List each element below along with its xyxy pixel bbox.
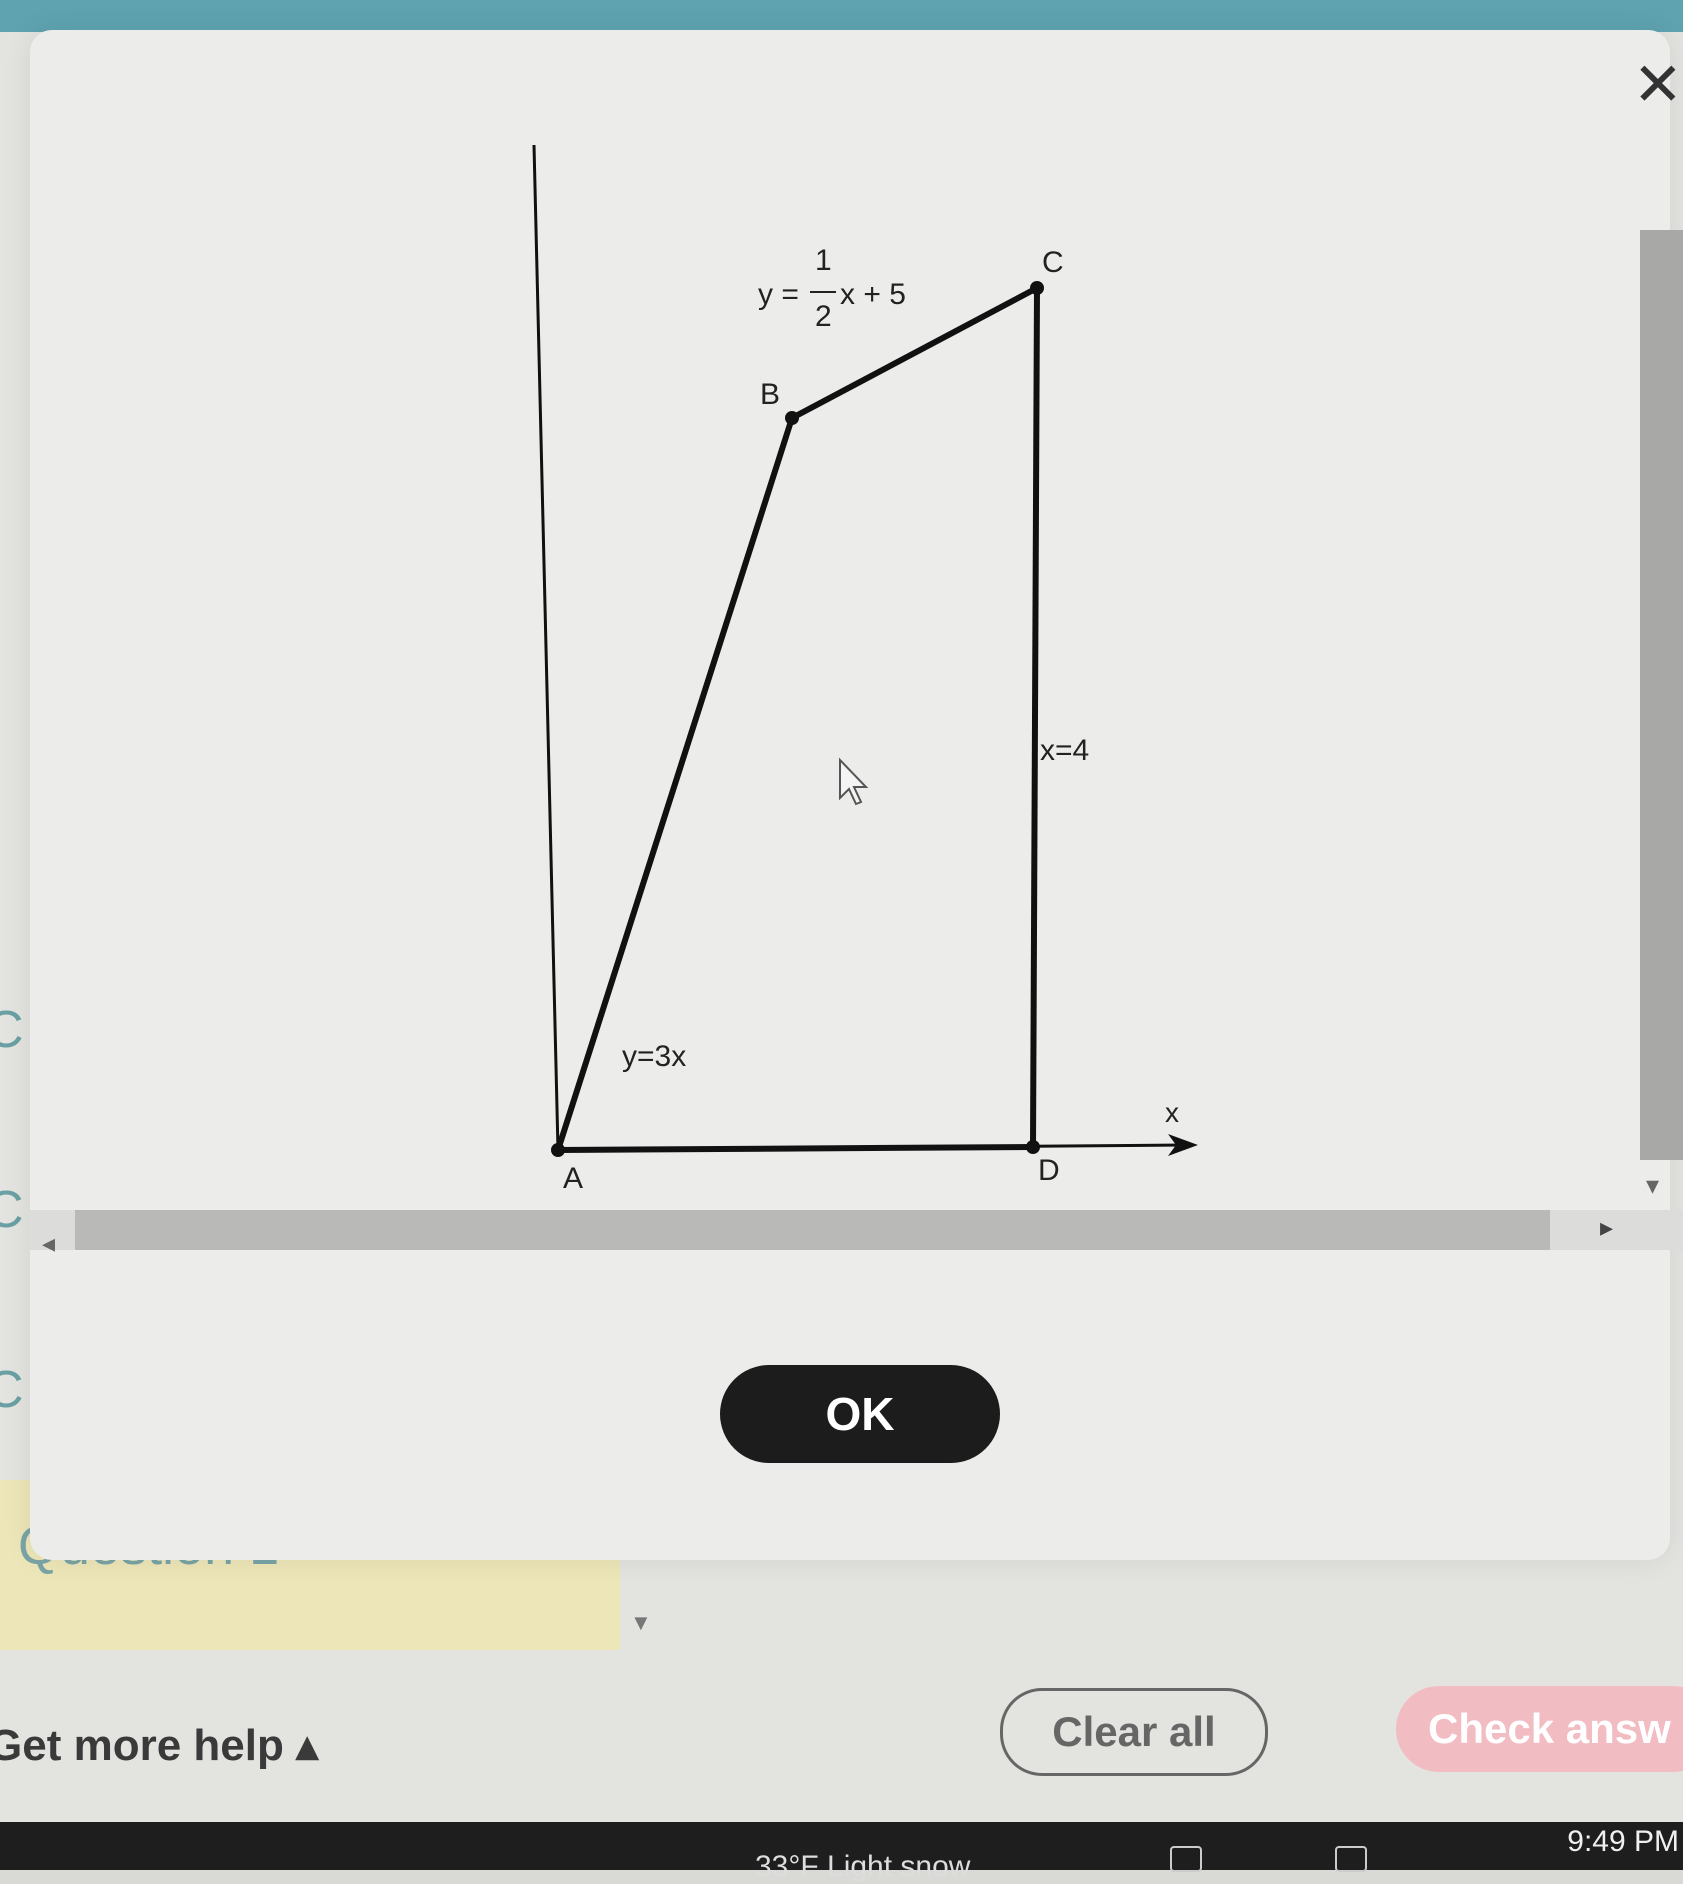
tray-icon[interactable] xyxy=(1335,1846,1367,1872)
clear-all-button[interactable]: Clear all xyxy=(1000,1688,1268,1776)
close-icon[interactable]: ✕ xyxy=(1633,55,1683,115)
ok-button[interactable]: OK xyxy=(720,1365,1000,1463)
question-letter: C xyxy=(0,1361,24,1419)
vertical-scrollbar[interactable] xyxy=(1640,230,1683,1160)
label-bc-denominator: 2 xyxy=(815,300,832,333)
label-d: D xyxy=(1038,1154,1060,1187)
taskbar-clock[interactable]: 9:49 PM xyxy=(1567,1822,1679,1862)
dropdown-arrow-icon[interactable]: ▼ xyxy=(630,1610,652,1636)
edge-ad xyxy=(557,1144,1034,1153)
check-answer-button[interactable]: Check answ xyxy=(1396,1686,1683,1772)
label-y3x: y=3x xyxy=(622,1040,686,1073)
point-c xyxy=(1030,281,1044,295)
y-axis xyxy=(532,144,560,1151)
tray-icon[interactable] xyxy=(1170,1846,1202,1872)
label-x4: x=4 xyxy=(1040,734,1089,767)
label-x-axis: x xyxy=(1165,1097,1179,1128)
scroll-down-arrow-icon[interactable]: ▾ xyxy=(1646,1170,1659,1201)
label-bc-rhs: x + 5 xyxy=(840,278,906,311)
scroll-left-arrow-icon[interactable]: ◂ xyxy=(42,1228,55,1259)
weather-widget[interactable]: 33°F Light snow xyxy=(755,1850,970,1884)
label-c: C xyxy=(1042,246,1064,279)
mouse-cursor-icon xyxy=(839,757,869,806)
label-a: A xyxy=(563,1162,583,1195)
horizontal-scrollbar-thumb[interactable] xyxy=(75,1210,1550,1250)
trapezoid-diagram: A B C D y=3x x=4 x y = 1 2 x + 5 xyxy=(532,144,1198,1195)
label-b: B xyxy=(760,378,780,411)
point-d xyxy=(1026,1140,1040,1154)
scroll-right-arrow-icon[interactable]: ▸ xyxy=(1600,1212,1613,1243)
point-b xyxy=(785,411,799,425)
label-bc-lhs: y = xyxy=(758,278,799,311)
point-a xyxy=(551,1143,565,1157)
label-bc-numerator: 1 xyxy=(815,244,832,277)
edge-cd xyxy=(1030,287,1040,1148)
get-more-help-button[interactable]: Get more help ▴ xyxy=(0,1720,318,1771)
